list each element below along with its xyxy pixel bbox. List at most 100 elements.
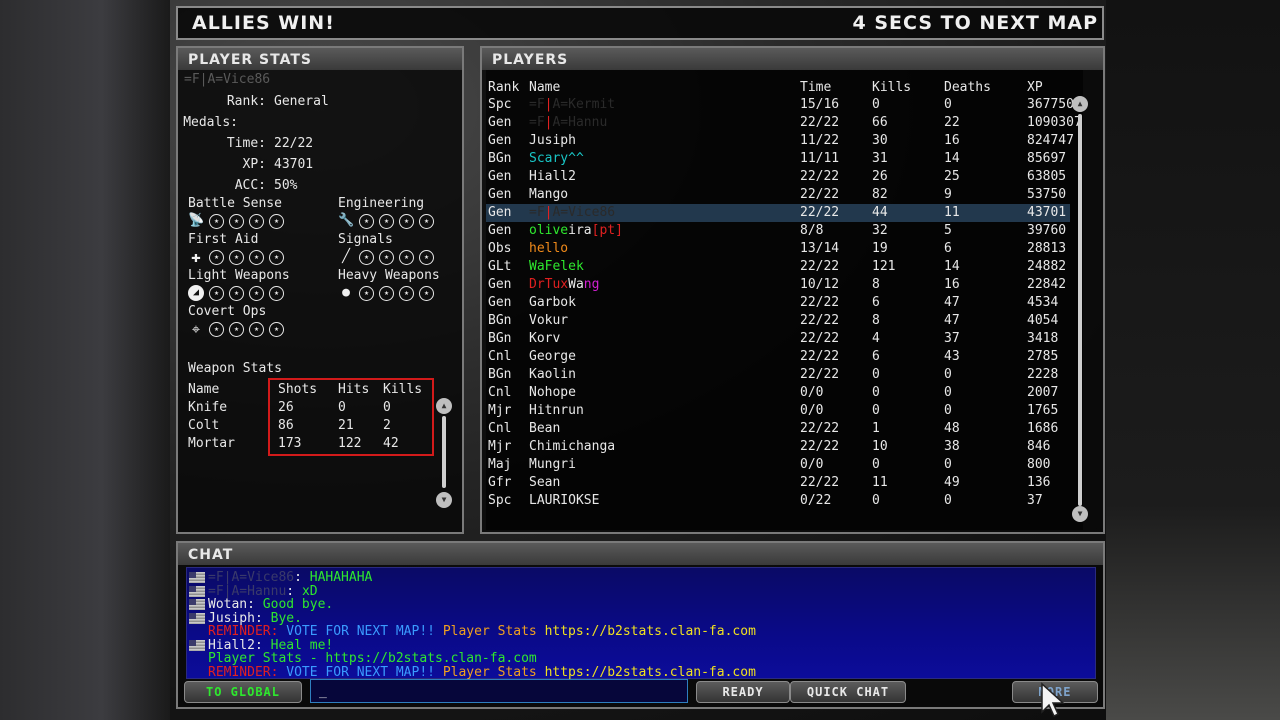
player-time: 22/22 [800,421,840,436]
chat-message: REMINDER: VOTE FOR NEXT MAP!! Player Sta… [208,666,756,679]
col-rank: Rank [488,80,520,95]
player-row[interactable]: Cnl Bean 22/22 1 48 1686 [486,420,1070,438]
player-time: 22/22 [800,313,840,328]
player-row[interactable]: Obs hello 13/14 19 6 28813 [486,240,1070,258]
player-row[interactable]: GLt WaFelek 22/22 121 14 24882 [486,258,1070,276]
star-icon: ★ [249,249,264,265]
acc-value: 50% [274,178,298,193]
scroll-up-icon[interactable]: ▲ [436,398,452,414]
player-time: 0/0 [800,403,824,418]
scroll-down-icon[interactable]: ▼ [1072,506,1088,522]
round-result-bar: ALLIES WIN! 4 SECS TO NEXT MAP [176,6,1104,40]
star-icon: ★ [359,213,374,229]
player-row[interactable]: Gen Hiall2 22/22 26 25 63805 [486,168,1070,186]
player-row[interactable]: Mjr Hitnrun 0/0 0 0 1765 [486,402,1070,420]
player-xp: 37 [1027,493,1043,508]
player-stats-title: PLAYER STATS [178,48,462,70]
player-xp: 39760 [1027,223,1067,238]
player-row[interactable]: Spc =F|A=Kermit 15/16 0 0 367750 [486,96,1074,114]
player-xp: 28813 [1027,241,1067,256]
player-kills: 0 [872,367,880,382]
skill-signals-stars: ╱ ★ ★ ★ ★ [338,249,434,265]
player-row[interactable]: Spc LAURIOKSE 0/22 0 0 37 [486,492,1070,510]
col-kills: Kills [872,80,912,95]
player-row[interactable]: BGn Kaolin 22/22 0 0 2228 [486,366,1070,384]
player-xp: 4534 [1027,295,1059,310]
player-name: DrTuxWang [529,277,600,292]
player-xp: 136 [1027,475,1051,490]
player-row[interactable]: Gen Mango 22/22 82 9 53750 [486,186,1070,204]
col-time: Time [800,80,832,95]
player-time: 0/0 [800,457,824,472]
player-row[interactable]: Gen Garbok 22/22 6 47 4534 [486,294,1070,312]
player-rank: Gen [488,169,512,184]
star-icon: ★ [269,213,284,229]
to-global-button[interactable]: TO GLOBAL [184,681,302,703]
star-icon: ★ [269,249,284,265]
player-name: hello [529,241,569,256]
chat-title: CHAT [178,543,1103,565]
xp-label: XP: [242,157,266,172]
scroll-up-icon[interactable]: ▲ [1072,96,1088,112]
time-label: Time: [226,136,266,151]
players-title: PLAYERS [482,48,1103,70]
player-row[interactable]: Gen DrTuxWang 10/12 8 16 22842 [486,276,1070,294]
player-deaths: 0 [944,457,952,472]
player-xp: 63805 [1027,169,1067,184]
player-row[interactable]: Cnl George 22/22 6 43 2785 [486,348,1070,366]
player-row[interactable]: Gen =F|A=Vice86 22/22 44 11 43701 [486,204,1070,222]
player-time: 22/22 [800,115,840,130]
star-icon: ★ [399,285,414,301]
chat-input[interactable] [310,679,688,703]
player-rank: Gfr [488,475,512,490]
players-scrollbar[interactable]: ▲ ▼ [1072,96,1088,524]
next-map-countdown: 4 SECS TO NEXT MAP [852,12,1098,34]
quick-chat-button[interactable]: QUICK CHAT [790,681,906,703]
scroll-track[interactable] [1078,114,1082,506]
ready-button[interactable]: READY [696,681,790,703]
player-rank: Gen [488,277,512,292]
player-time: 0/22 [800,493,832,508]
chat-url: https://b2stats.clan-fa.com [536,624,756,639]
star-icon: ★ [269,321,284,337]
col-deaths: Deaths [944,80,991,95]
player-deaths: 0 [944,493,952,508]
player-row[interactable]: Gen Jusiph 11/22 30 16 824747 [486,132,1074,150]
player-time: 22/22 [800,475,840,490]
player-row[interactable]: BGn Korv 22/22 4 37 3418 [486,330,1070,348]
chat-message: Player Stats - https://b2stats.clan-fa.c… [208,652,537,665]
player-row[interactable]: Cnl Nohope 0/0 0 0 2007 [486,384,1070,402]
scroll-down-icon[interactable]: ▼ [436,492,452,508]
cross-icon: ✚ [191,247,201,266]
player-rank: Gen [488,133,512,148]
player-time: 22/22 [800,259,840,274]
player-row[interactable]: Gen oliveira[pt] 8/8 32 5 39760 [486,222,1070,240]
player-kills: 1 [872,421,880,436]
player-name: Hitnrun [529,403,584,418]
weapon-stats-scrollbar[interactable]: ▲ ▼ [436,398,452,508]
skill-covert-ops: Covert Ops [188,304,267,319]
player-kills: 10 [872,439,888,454]
player-row[interactable]: Gen =F|A=Hannu 22/22 66 22 1090307 [486,114,1082,132]
scroll-track[interactable] [442,416,446,488]
player-xp: 846 [1027,439,1051,454]
player-row[interactable]: Maj Mungri 0/0 0 0 800 [486,456,1070,474]
medals-label: Medals: [183,115,238,130]
player-row[interactable]: Mjr Chimichanga 22/22 10 38 846 [486,438,1070,456]
player-rank: BGn [488,367,512,382]
player-row[interactable]: BGn Vokur 22/22 8 47 4054 [486,312,1070,330]
background-wall [0,0,170,720]
star-icon: ★ [229,321,244,337]
player-rank: Cnl [488,385,512,400]
player-row[interactable]: Gfr Sean 22/22 11 49 136 [486,474,1070,492]
player-row[interactable]: BGn Scary^^ 11/11 31 14 85697 [486,150,1070,168]
player-rank: GLt [488,259,512,274]
star-icon: ★ [399,213,414,229]
weapon-stats-title: Weapon Stats [188,361,282,376]
player-kills: 30 [872,133,888,148]
chat-message: =F|A=Hannu: xD [208,585,318,598]
player-kills: 8 [872,313,880,328]
player-kills: 0 [872,97,880,112]
player-name: Nohope [529,385,576,400]
star-icon: ★ [249,321,264,337]
